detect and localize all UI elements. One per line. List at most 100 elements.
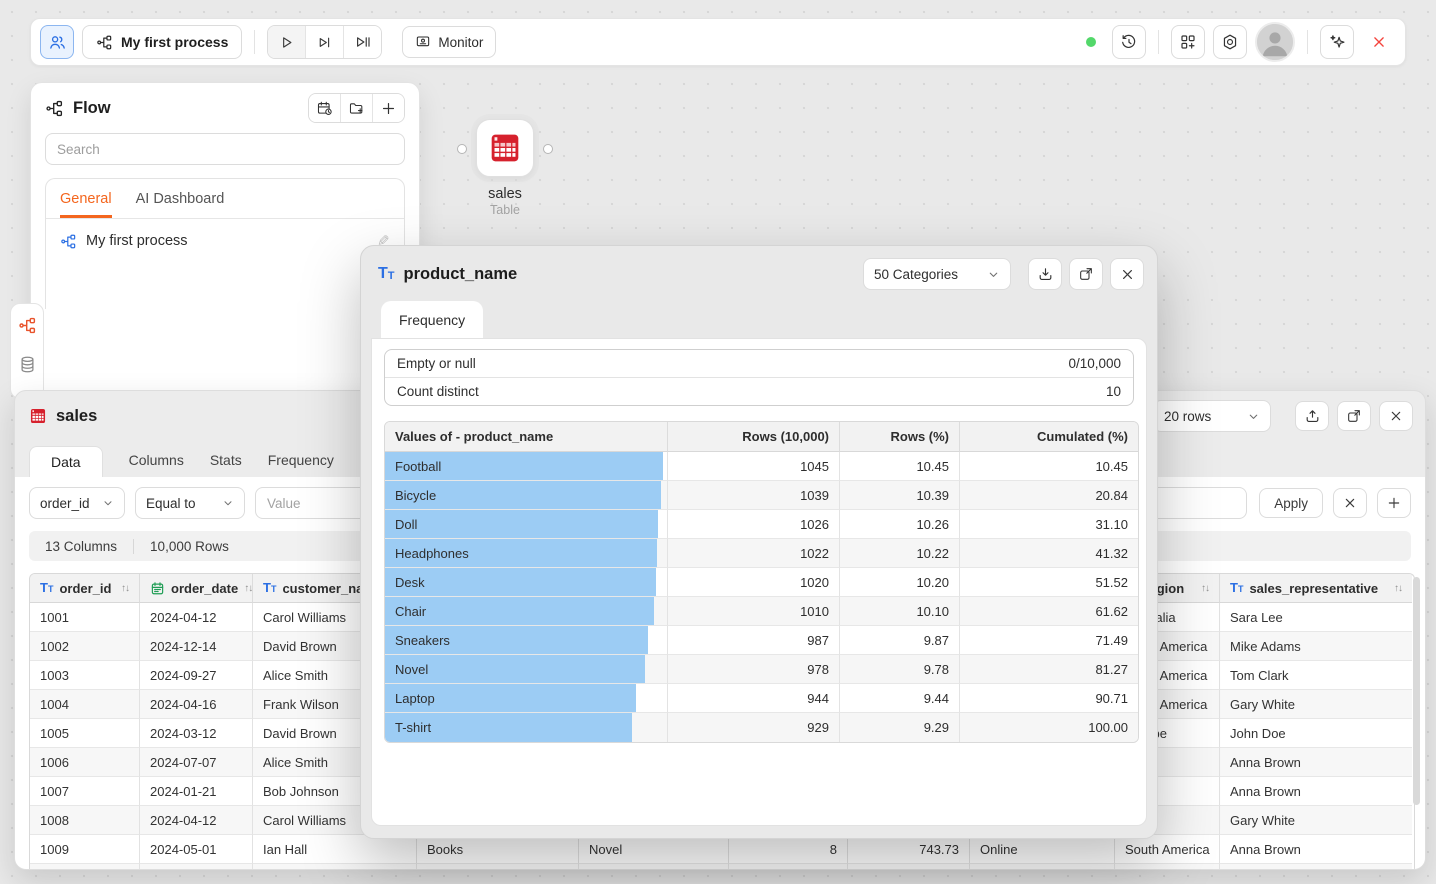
avatar[interactable] [1255,22,1295,62]
users-icon [48,33,67,52]
add-filter-button[interactable] [1377,488,1411,518]
pct-cell: 10.39 [840,481,960,510]
database-icon[interactable] [18,355,37,374]
run-step-button[interactable] [343,26,381,58]
node-subtitle: Table [462,203,548,217]
cell: 1007 [30,777,140,806]
value-cell: Desk [385,568,668,597]
value-label: Laptop [385,691,435,706]
frequency-row[interactable]: Headphones 1022 10.22 41.32 [385,539,1138,568]
expand-button[interactable] [1069,258,1103,290]
column-header-order-id[interactable]: TTorder_id↑↓ [30,574,140,603]
cell: Gary White [1220,806,1412,835]
close-icon [1388,408,1404,424]
table-row[interactable] [30,864,1414,870]
table-icon [29,407,47,425]
settings-button[interactable] [1213,25,1247,59]
frequency-row[interactable]: Desk 1020 10.20 51.52 [385,568,1138,597]
flow-list-item[interactable]: My first process ✎ [46,219,404,263]
rows-cell: 1045 [668,452,840,481]
freq-header-cumulated[interactable]: Cumulated (%) [960,422,1138,452]
node-title: sales [462,186,548,202]
tab-data[interactable]: Data [29,446,103,477]
pct-cell: 9.87 [840,626,960,655]
expand-button[interactable] [1337,401,1371,431]
frequency-row[interactable]: Novel 978 9.78 81.27 [385,655,1138,684]
ai-assistant-button[interactable] [1320,25,1354,59]
frequency-row[interactable]: Bicycle 1039 10.39 20.84 [385,481,1138,510]
run-button[interactable] [268,26,305,58]
categories-select[interactable]: 50 Categories [863,258,1011,290]
cell: 1008 [30,806,140,835]
workflow-icon[interactable] [18,316,37,335]
tab-columns[interactable]: Columns [129,452,184,477]
rows-cell: 1039 [668,481,840,510]
freq-header-rows[interactable]: Rows (10,000) [668,422,840,452]
new-folder-button[interactable] [340,94,372,122]
history-button[interactable] [1112,25,1146,59]
pct-cell: 10.22 [840,539,960,568]
frequency-row[interactable]: Laptop 944 9.44 90.71 [385,684,1138,713]
apply-filter-button[interactable]: Apply [1259,488,1323,518]
flow-actions [308,93,405,123]
freq-header-pct[interactable]: Rows (%) [840,422,960,452]
frequency-row[interactable]: Football 1045 10.45 10.45 [385,452,1138,481]
sort-icon[interactable]: ↑↓ [121,583,129,594]
tab-general[interactable]: General [60,179,112,218]
cumulated-cell: 100.00 [960,713,1138,742]
frequency-row[interactable]: Chair 1010 10.10 61.62 [385,597,1138,626]
divider [1307,30,1308,54]
frequency-row[interactable]: Sneakers 987 9.87 71.49 [385,626,1138,655]
column-header-sales-representative[interactable]: TTsales_representative↑↓ [1220,574,1412,603]
vertical-scrollbar[interactable] [1413,577,1420,805]
rows-cell: 978 [668,655,840,684]
close-panel-button[interactable] [1379,401,1413,431]
close-modal-button[interactable] [1110,258,1144,290]
cell: 1002 [30,632,140,661]
monitor-label: Monitor [438,35,483,50]
calendar-icon [150,581,165,596]
download-button[interactable] [1028,258,1062,290]
sort-icon[interactable]: ↑↓ [244,583,252,594]
tab-frequency[interactable]: Frequency [381,301,483,338]
node-input-port[interactable] [457,144,467,154]
process-button[interactable]: My first process [82,25,242,59]
export-button[interactable] [1295,401,1329,431]
value-label: T-shirt [385,720,431,735]
tab-frequency[interactable]: Frequency [268,452,334,477]
tab-ai-dashboard[interactable]: AI Dashboard [136,179,225,218]
schedule-button[interactable] [309,94,340,122]
cell [1220,864,1412,870]
canvas-node-sales[interactable]: sales Table [462,119,548,217]
flow-search-input[interactable] [45,133,405,165]
sort-icon[interactable]: ↑↓ [1394,583,1402,594]
filter-operator-select[interactable]: Equal to [135,487,245,519]
freq-header-values[interactable]: Values of - product_name [385,422,668,452]
text-type-icon: TT [263,583,276,593]
cumulated-cell: 81.27 [960,655,1138,684]
tab-stats[interactable]: Stats [210,452,242,477]
frequency-row[interactable]: T-shirt 929 9.29 100.00 [385,713,1138,742]
column-header-order-date[interactable]: order_date↑↓ [140,574,253,603]
rows-cell: 1020 [668,568,840,597]
users-button[interactable] [40,25,74,59]
close-icon [1370,33,1388,51]
workflow-icon [60,233,77,250]
monitor-button[interactable]: Monitor [402,26,496,58]
value-cell: Laptop [385,684,668,713]
divider [254,30,255,54]
pct-cell: 9.44 [840,684,960,713]
clear-filter-button[interactable] [1333,488,1367,518]
close-app-button[interactable] [1362,25,1396,59]
add-flow-button[interactable] [372,94,404,122]
sort-icon[interactable]: ↑↓ [1201,583,1209,594]
rows-per-page-select[interactable]: 20 rows [1153,400,1271,432]
node-output-port[interactable] [543,144,553,154]
cell [140,864,253,870]
frequency-row[interactable]: Doll 1026 10.26 31.10 [385,510,1138,539]
column-detail-modal: TT product_name 50 Categories Frequency … [360,245,1158,839]
filter-column-select[interactable]: order_id [29,487,125,519]
table-row[interactable]: 1009 2024-05-01 Ian Hall Books Novel 8 7… [30,835,1414,864]
run-to-end-button[interactable] [305,26,343,58]
apps-button[interactable] [1171,25,1205,59]
